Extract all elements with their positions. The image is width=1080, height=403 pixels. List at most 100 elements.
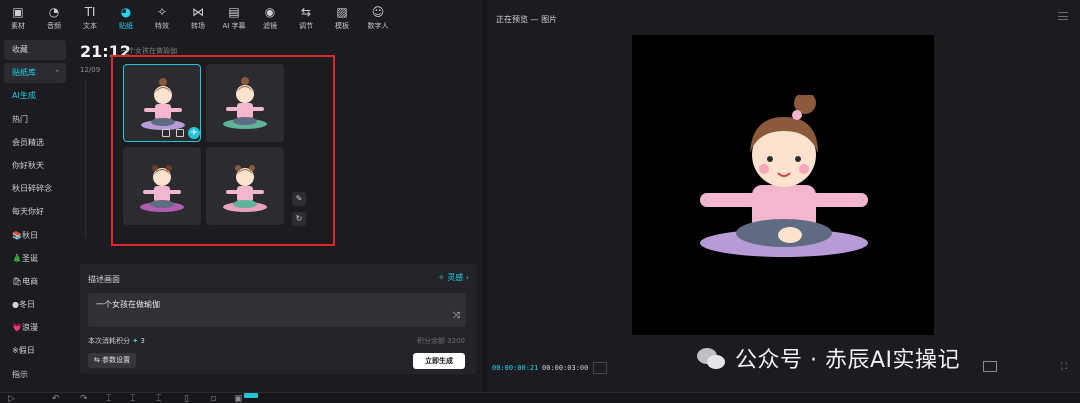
sidebar-item[interactable]: 会员精选 (4, 133, 66, 153)
sidebar-item-label: AI生成 (12, 91, 36, 101)
params-button[interactable]: ⇆ 参数设置 (88, 353, 137, 368)
prompt-text: 一个女孩在做瑜伽 (96, 300, 160, 309)
tab-effects[interactable]: ✧ 特效 (146, 0, 178, 36)
timeline-divider (85, 78, 86, 238)
tab-text[interactable]: TI 文本 (74, 0, 106, 36)
new-badge (244, 393, 258, 398)
edit-icon[interactable] (162, 129, 170, 137)
edit-batch-icon[interactable]: ✎ (292, 192, 306, 206)
split-right-icon[interactable]: ⌶ (156, 394, 161, 403)
redo-icon[interactable]: ↷ (80, 394, 88, 403)
shuffle-icon[interactable]: ⤨ (453, 311, 460, 321)
sidebar-item-label: ●冬日 (12, 300, 35, 310)
describe-title: 描述画面 (88, 275, 120, 284)
sidebar-item[interactable]: 🎄圣诞 (4, 249, 66, 269)
adjust-icon: ⇆ (300, 5, 312, 19)
tab-label: 特效 (155, 22, 169, 30)
fullscreen-icon[interactable]: ⛶ (1061, 362, 1067, 372)
chevron-up-icon[interactable]: ⌃ (54, 63, 60, 83)
freeze-icon[interactable]: ▫ (210, 394, 216, 403)
sidebar-item[interactable]: 📚秋日 (4, 226, 66, 246)
split-left-icon[interactable]: ⌶ (130, 394, 135, 403)
generation-date: 12/09 (80, 66, 101, 74)
media-icon: ▣ (12, 5, 24, 19)
generate-button[interactable]: 立即生成 (413, 353, 465, 369)
inspiration-label: 灵感 (447, 273, 464, 282)
sidebar-item[interactable]: 热门 (4, 110, 66, 130)
add-to-track-icon[interactable]: + (188, 127, 200, 139)
select-tool-icon[interactable]: ▷ (8, 394, 15, 403)
left-panel: ▣ 素材 ◔ 音频 TI 文本 ◕ 贴纸 ✧ 特效 ⋈ 转场 ▤ AI 字幕 ◉ 滤镜 ⇆ 调节 ▨ 模板 ☺ 数字人 收… (0, 0, 482, 392)
tab-template[interactable]: ▨ 模板 (326, 0, 358, 36)
cost-label: 本次消耗积分 (88, 337, 130, 345)
sidebar-item-label: 📚秋日 (12, 230, 38, 240)
sidebar-item-label: 秋日碎碎念 (12, 184, 52, 194)
tab-adjust[interactable]: ⇆ 调节 (290, 0, 322, 36)
prompt-input[interactable]: 一个女孩在做瑜伽 ⤨ (88, 293, 466, 327)
sidebar-item[interactable]: 贴纸库 ⌃ (4, 63, 66, 84)
filter-icon: ◉ (264, 5, 276, 19)
sidebar-item[interactable]: 收藏 (4, 40, 66, 60)
sidebar-item[interactable]: AI生成 (4, 86, 66, 106)
timeline-toolbar: ▷ ↶ ↷ ⌶ ⌶ ⌶ ▯ ▫ ▣ (0, 392, 1080, 403)
timeline-grid-icon[interactable] (593, 362, 607, 374)
digital-human-icon: ☺ (371, 5, 385, 19)
regenerate-icon[interactable]: ↻ (292, 212, 306, 226)
delete-icon[interactable]: ▯ (184, 394, 189, 403)
sticker-result-2[interactable] (206, 64, 284, 142)
tab-label: 贴纸 (119, 22, 133, 30)
sidebar-item[interactable]: ●冬日 (4, 295, 66, 315)
tab-label: 模板 (335, 22, 349, 30)
undo-icon[interactable]: ↶ (52, 394, 60, 403)
tab-label: 转场 (191, 22, 205, 30)
tab-digital-human[interactable]: ☺ 数字人 (362, 0, 394, 36)
sidebar-item[interactable]: 💗浪漫 (4, 318, 66, 338)
sidebar-item-label: 每天你好 (12, 207, 44, 217)
ratio-icon[interactable] (983, 361, 997, 372)
tab-label: 调节 (299, 22, 313, 30)
top-toolbar: ▣ 素材 ◔ 音频 TI 文本 ◕ 贴纸 ✧ 特效 ⋈ 转场 ▤ AI 字幕 ◉ 滤镜 ⇆ 调节 ▨ 模板 ☺ 数字人 (0, 0, 482, 36)
split-icon[interactable]: ⌶ (106, 394, 111, 403)
tab-label: AI 字幕 (222, 22, 246, 30)
preview-canvas[interactable] (632, 35, 934, 335)
ai-tool-icon[interactable]: ▣ (234, 394, 243, 403)
inspiration-link[interactable]: ✧ 灵感 › (438, 272, 469, 283)
sidebar-item-label: 指示 (12, 369, 28, 379)
cost-info: 本次消耗积分 ✦ 3 (88, 336, 145, 346)
download-icon[interactable] (176, 129, 184, 137)
generation-prompt-preview: 一个女孩在做瑜伽 (121, 47, 177, 55)
tab-filter[interactable]: ◉ 滤镜 (254, 0, 286, 36)
current-timecode: 00:00:00:21 (492, 364, 539, 372)
sidebar-item[interactable]: 每天你好 (4, 202, 66, 222)
sidebar-item[interactable]: 🛍电商 (4, 272, 66, 292)
tab-ai-caption[interactable]: ▤ AI 字幕 (218, 0, 250, 36)
sidebar-item-label: ※假日 (12, 346, 35, 356)
yoga-girl-thumbnail (223, 165, 267, 212)
sidebar-item-label: 🛍电商 (12, 276, 39, 286)
ai-caption-icon: ▤ (228, 5, 240, 19)
yoga-girl-thumbnail (140, 165, 184, 212)
sidebar-item[interactable]: ※假日 (4, 341, 66, 361)
tab-transition[interactable]: ⋈ 转场 (182, 0, 214, 36)
audio-icon: ◔ (48, 5, 60, 19)
tab-label: 数字人 (367, 22, 389, 30)
sticker-result-3[interactable] (123, 147, 201, 225)
sidebar-item[interactable]: 秋日碎碎念 (4, 179, 66, 199)
tab-label: 素材 (11, 22, 25, 30)
sidebar-item-label: 会员精选 (12, 137, 44, 147)
transition-icon: ⋈ (192, 5, 204, 19)
menu-icon[interactable] (1058, 12, 1068, 20)
sticker-result-1[interactable]: + (123, 64, 201, 142)
watermark-text: 公众号 · 赤辰AI实操记 (735, 348, 961, 373)
tab-audio[interactable]: ◔ 音频 (38, 0, 70, 36)
sticker-result-4[interactable] (206, 147, 284, 225)
yoga-girl-preview (700, 95, 868, 257)
sidebar-item[interactable]: 指示 (4, 365, 66, 385)
describe-panel: 描述画面 ✧ 灵感 › 一个女孩在做瑜伽 ⤨ 本次消耗积分 ✦ 3 积分余额 3… (80, 264, 477, 374)
sidebar-item[interactable]: 你好秋天 (4, 156, 66, 176)
params-button-label: 参数设置 (102, 356, 131, 364)
effects-icon: ✧ (156, 5, 168, 19)
yoga-girl-thumbnail (223, 77, 267, 129)
tab-sticker[interactable]: ◕ 贴纸 (110, 0, 142, 36)
tab-media[interactable]: ▣ 素材 (2, 0, 34, 36)
